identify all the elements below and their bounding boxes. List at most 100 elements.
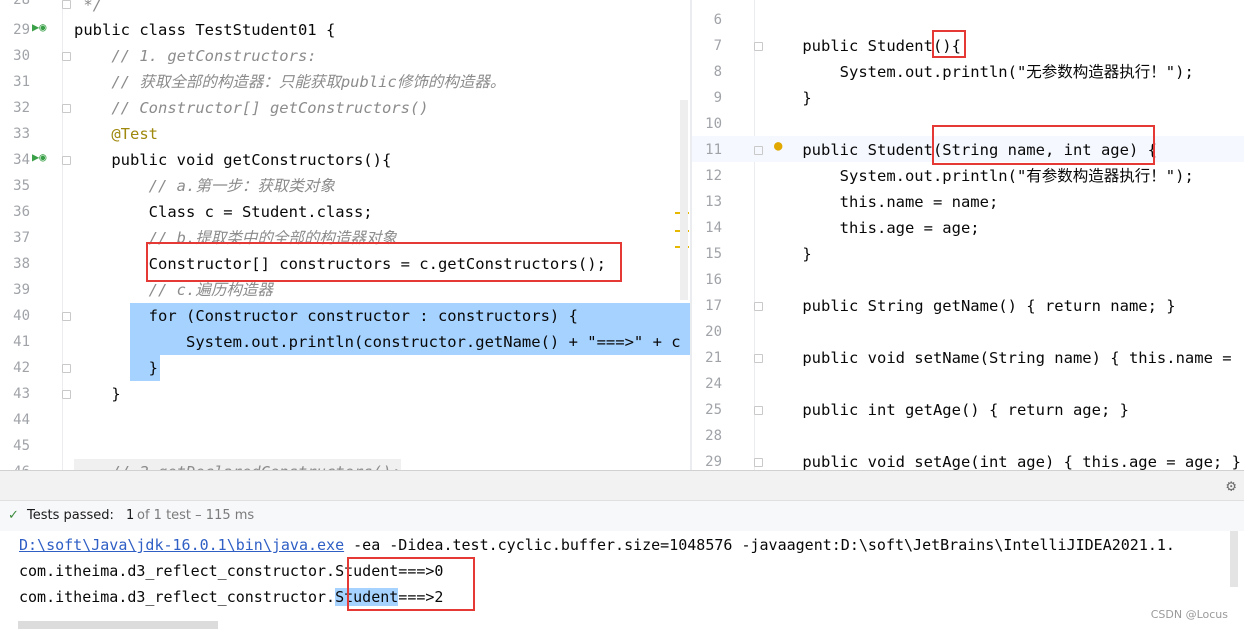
console-output[interactable]: D:\soft\Java\jdk-16.0.1\bin\java.exe -ea… [0,531,1244,631]
code-line: System.out.println(constructor.getName()… [74,333,681,351]
line-number: 21 [705,350,722,366]
code-line: // Constructor[] getConstructors() [74,99,429,117]
check-icon: ✓ [8,508,19,523]
line-number: 29 [13,22,30,38]
code-line: public class TestStudent01 { [74,21,336,39]
line-number: 33 [13,126,30,142]
code-line: this.age = age; [765,219,980,237]
line-number: 35 [13,178,30,194]
code-line: public int getAge() { return age; } [765,401,1129,419]
test-toolbar: ⚙ [0,470,1244,501]
line-number: 13 [705,194,722,210]
line-number: 12 [705,168,722,184]
code-line: // 1. getConstructors: [74,47,317,65]
line-number: 37 [13,230,30,246]
line-number: 28 [13,0,30,8]
line-number: 7 [713,38,722,54]
line-number: 6 [713,12,722,28]
fold-marker[interactable] [62,156,71,165]
watermark: CSDN @Locus [1150,608,1228,621]
line-number: 25 [705,402,722,418]
code-line: // 获取全部的构造器：只能获取public修饰的构造器。 [74,73,506,91]
test-status-bar: ✓ Tests passed: 1 of 1 test – 115 ms [0,500,1244,532]
code-line: public String getName() { return name; } [765,297,1176,315]
gutter-separator [754,0,755,470]
line-number: 17 [705,298,722,314]
vertical-scrollbar[interactable] [1230,531,1238,587]
fold-marker[interactable] [62,364,71,373]
line-number: 11 [705,142,722,158]
line-number: 39 [13,282,30,298]
code-line: */ [74,0,102,14]
java-exe-link[interactable]: D:\soft\Java\jdk-16.0.1\bin\java.exe [19,536,344,554]
annotation-box [146,242,622,282]
code-line: // 2.getDeclaredConstructors(): [74,459,401,470]
code-line: System.out.println("有参数构造器执行！"); [765,167,1194,185]
run-gutter-icon[interactable]: ▶◉ [32,20,46,34]
tests-passed-label: Tests passed: [27,508,114,523]
fold-marker[interactable] [754,458,763,467]
left-editor[interactable]: 28 29 30 31 32 33 34 35 36 37 38 39 40 4… [0,0,690,470]
code-line: public void getConstructors(){ [74,151,392,169]
vertical-scrollbar[interactable] [680,100,688,300]
line-number: 15 [705,246,722,262]
code-line: } [765,245,812,263]
fold-marker[interactable] [754,146,763,155]
code-line: @Test [74,125,158,143]
line-number: 34 [13,152,30,168]
line-number: 41 [13,334,30,350]
line-number: 40 [13,308,30,324]
line-number: 30 [13,48,30,64]
fold-marker[interactable] [754,354,763,363]
line-number: 10 [705,116,722,132]
gutter-separator [62,0,63,470]
line-number: 32 [13,100,30,116]
line-number: 44 [13,412,30,428]
annotation-box [932,125,1155,165]
run-gutter-icon[interactable]: ▶◉ [32,150,46,164]
fold-marker[interactable] [754,42,763,51]
line-number: 31 [13,74,30,90]
line-number: 45 [13,438,30,454]
fold-marker[interactable] [754,302,763,311]
code-line: public void setName(String name) { this.… [765,349,1232,367]
code-line: Class c = Student.class; [74,203,373,221]
right-editor[interactable]: 6 7 8 9 10 11 12 13 14 15 16 17 20 21 24… [692,0,1244,470]
tests-detail: of 1 test – 115 ms [137,508,255,523]
console-command-line: D:\soft\Java\jdk-16.0.1\bin\java.exe -ea… [19,532,1175,558]
fold-marker[interactable] [754,406,763,415]
line-number: 9 [713,90,722,106]
line-number: 29 [705,454,722,470]
fold-marker[interactable] [62,390,71,399]
code-line: System.out.println("无参数构造器执行！"); [765,63,1194,81]
annotation-box [347,557,475,611]
gear-icon[interactable]: ⚙ [1226,476,1236,495]
fold-marker[interactable] [62,312,71,321]
line-number: 24 [705,376,722,392]
code-line: for (Constructor constructor : construct… [74,307,578,325]
code-line: } [765,89,812,107]
fold-marker[interactable] [62,0,71,9]
line-number: 20 [705,324,722,340]
line-number: 42 [13,360,30,376]
line-number: 14 [705,220,722,236]
annotation-box [932,30,966,58]
output-package: com.itheima.d3_reflect_constructor. [19,588,336,606]
code-line: } [74,385,121,403]
horizontal-scrollbar[interactable] [18,621,218,629]
line-number: 36 [13,204,30,220]
line-number: 28 [705,428,722,444]
line-number: 8 [713,64,722,80]
code-line: this.name = name; [765,193,999,211]
code-line: // a.第一步：获取类对象 [74,177,335,195]
code-line: } [74,359,158,377]
command-args: -ea -Didea.test.cyclic.buffer.size=10485… [344,536,1175,554]
fold-marker[interactable] [62,52,71,61]
line-number: 16 [705,272,722,288]
fold-marker[interactable] [62,104,71,113]
output-package: com.itheima.d3_reflect_constructor. [19,562,336,580]
code-line: public void setAge(int age) { this.age =… [765,453,1241,470]
line-number: 43 [13,386,30,402]
line-number: 38 [13,256,30,272]
tests-passed-count: 1 [126,508,135,523]
